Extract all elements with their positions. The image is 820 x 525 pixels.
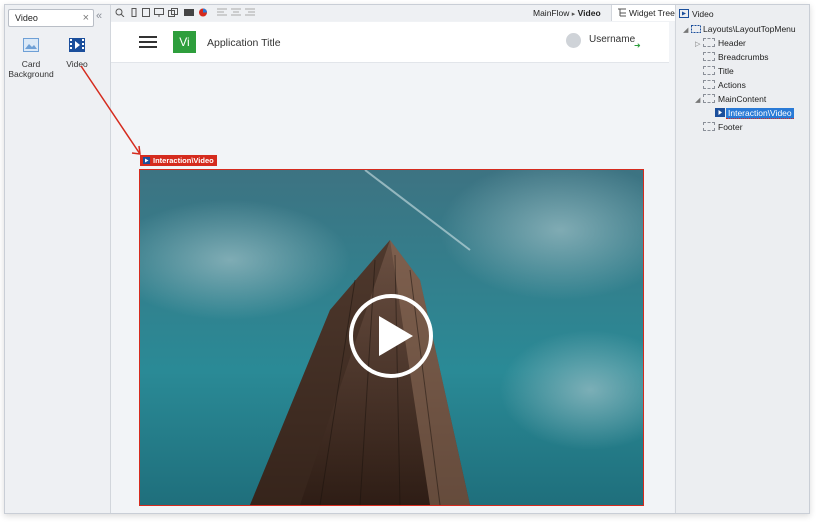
tree-item-video[interactable]: Interaction\Video: [715, 108, 794, 119]
tree-item-label: Title: [718, 66, 734, 76]
tree-item-title[interactable]: Title: [703, 66, 734, 77]
tree-root[interactable]: Video: [679, 9, 714, 19]
expand-arrow-icon[interactable]: ◢: [683, 25, 691, 36]
tree-item-label: Actions: [718, 80, 746, 90]
tree-item-footer[interactable]: Footer: [703, 122, 743, 133]
tree-item-label: MainContent: [718, 94, 767, 104]
tree-item-label: Footer: [718, 122, 743, 132]
placeholder-icon: [703, 80, 715, 89]
video-icon: [715, 108, 725, 117]
placeholder-icon: [703, 66, 715, 75]
tree-item-actions[interactable]: Actions: [703, 80, 746, 91]
placeholder-icon: [703, 52, 715, 61]
placeholder-icon: [703, 122, 715, 131]
placeholder-icon: [703, 94, 715, 103]
tree-item-label: Breadcrumbs: [718, 52, 769, 62]
placeholder-icon: [703, 38, 715, 47]
service-studio-window: Video × « Card Background Video MainFlow…: [4, 4, 810, 514]
layout-icon: [691, 25, 701, 33]
tree-item-label: Interaction\Video: [726, 108, 794, 119]
tree-item-breadcrumbs[interactable]: Breadcrumbs: [703, 52, 769, 63]
screen-icon: [679, 9, 689, 18]
expand-arrow-icon[interactable]: ◢: [695, 95, 703, 106]
tree-root-label: Video: [692, 9, 714, 19]
tree-item-header[interactable]: ▷ Header: [695, 38, 746, 50]
tree-item-maincontent[interactable]: ◢ MainContent: [695, 94, 766, 106]
collapse-arrow-icon[interactable]: ▷: [695, 39, 703, 50]
tree-item-layout[interactable]: ◢ Layouts\LayoutTopMenu: [683, 24, 796, 36]
widget-tree-panel: Video ◢ Layouts\LayoutTopMenu ▷ Header Bre…: [675, 5, 809, 513]
tree-item-label: Layouts\LayoutTopMenu: [703, 24, 796, 34]
tree-item-label: Header: [718, 38, 746, 48]
